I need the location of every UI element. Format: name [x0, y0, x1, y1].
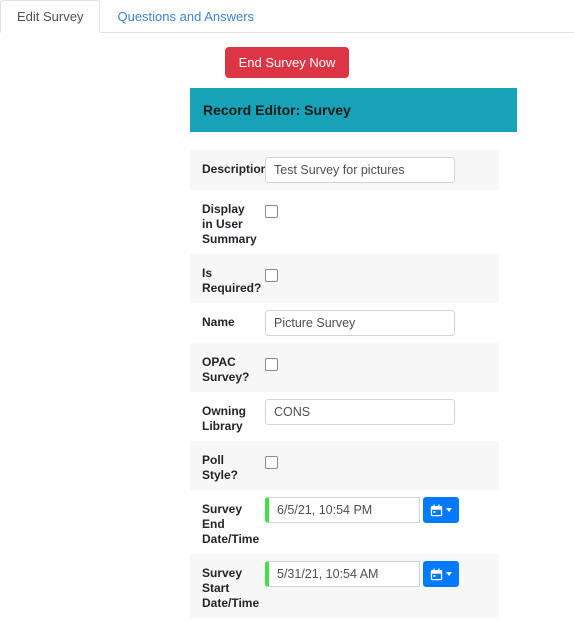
input-owning-library[interactable] [265, 399, 455, 425]
tab-strip: Edit Survey Questions and Answers [0, 0, 574, 33]
field-label-is-required: Is Required? [202, 266, 262, 295]
end-survey-now-button[interactable]: End Survey Now [224, 47, 350, 78]
form-row-name: Name [190, 303, 499, 343]
form-row-survey-end-datetime: Survey End Date/Time [190, 490, 499, 554]
field-control-name [265, 310, 499, 336]
form-row-description: Description [190, 150, 499, 190]
input-description[interactable] [265, 157, 455, 183]
checkbox-display-in-user-summary[interactable] [265, 204, 278, 218]
checkbox-opac-survey[interactable] [265, 357, 278, 371]
field-label-owning-library: Owning Library [202, 404, 246, 433]
tab-questions-and-answers-label: Questions and Answers [117, 9, 255, 24]
field-label-opac-survey: OPAC Survey? [202, 355, 250, 384]
field-control-description [265, 157, 499, 183]
field-control-poll-style [265, 448, 499, 472]
input-survey-start-datetime[interactable] [265, 561, 420, 587]
calendar-picker-button-survey-end-datetime[interactable] [423, 497, 459, 523]
record-editor-header: Record Editor: Survey [190, 88, 517, 132]
field-label-poll-style: Poll Style? [202, 453, 239, 482]
checkbox-is-required[interactable] [265, 268, 278, 282]
calendar-picker-button-survey-start-datetime[interactable] [423, 561, 459, 587]
field-label-survey-end-datetime: Survey End Date/Time [202, 502, 260, 546]
record-editor: Record Editor: Survey Description Display… [0, 78, 574, 621]
field-label-description: Description [202, 162, 269, 176]
toolbar-actions: End Survey Now [0, 33, 574, 78]
form-row-is-required: Is Required? [190, 254, 499, 303]
input-name[interactable] [265, 310, 455, 336]
field-label-display-in-user-summary: Display in User Summary [202, 202, 257, 246]
field-control-owning-library [265, 399, 499, 425]
form-row-owning-library: Owning Library [190, 392, 499, 441]
tab-edit-survey-label: Edit Survey [17, 9, 84, 24]
field-control-survey-start-datetime [265, 561, 499, 587]
form-row-display-in-user-summary: Display in User Summary [190, 190, 499, 254]
input-survey-end-datetime[interactable] [265, 497, 420, 523]
checkbox-poll-style[interactable] [265, 455, 278, 469]
form-row-survey-start-datetime: Survey Start Date/Time [190, 554, 499, 618]
tab-edit-survey[interactable]: Edit Survey [0, 0, 101, 33]
page-title: Record Editor: Survey [203, 102, 351, 118]
calendar-icon [430, 503, 443, 517]
field-label-survey-start-datetime: Survey Start Date/Time [202, 566, 260, 610]
field-control-display-in-user-summary [265, 197, 499, 221]
chevron-down-icon [446, 572, 452, 576]
record-editor-form: Description Display in User Summary Is Req… [190, 150, 499, 618]
tab-questions-and-answers[interactable]: Questions and Answers [100, 0, 271, 33]
form-row-poll-style: Poll Style? [190, 441, 499, 490]
field-control-survey-end-datetime [265, 497, 499, 523]
field-control-opac-survey [265, 350, 499, 374]
calendar-icon [430, 567, 443, 581]
field-label-name: Name [202, 315, 235, 329]
form-row-opac-survey: OPAC Survey? [190, 343, 499, 392]
field-control-is-required [265, 261, 499, 285]
chevron-down-icon [446, 508, 452, 512]
